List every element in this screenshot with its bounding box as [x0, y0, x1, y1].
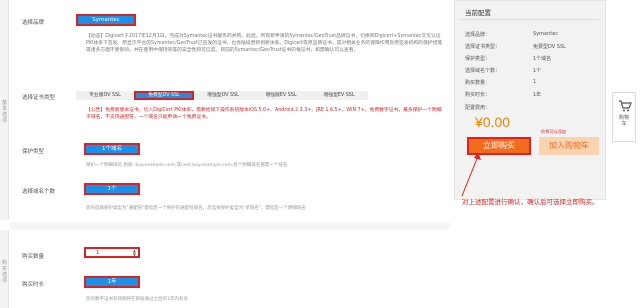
sidebar-row-value: Symantec — [533, 31, 559, 37]
brand-note: 【动态】Digicert于2017年12月1日，完成对Symantec证书服务的… — [86, 34, 443, 53]
sidebar-row-key: 选择品牌： — [465, 32, 491, 38]
duration-option[interactable]: 1年 — [84, 276, 140, 288]
price-value: ¥0.00 — [475, 114, 511, 130]
brand-symantec-option[interactable]: Symantec — [76, 14, 136, 26]
brand-label: 选择品牌 — [22, 20, 45, 26]
annotation-text: 对上述配置进行确认，确认后可选择立即购买。 — [462, 198, 599, 206]
left-tab-purchase: 购买选项 — [0, 230, 9, 308]
tab-ov-enhanced[interactable]: 增强型OV SSL — [194, 91, 252, 100]
quantity-label: 购买数量 — [22, 254, 45, 260]
quantity-value: 1 — [96, 250, 100, 256]
tab-ov-pro[interactable]: 专业版OV SSL — [76, 91, 134, 100]
tab-dv-free[interactable]: 免费型DV SSL — [134, 91, 194, 100]
sidebar-divider — [461, 19, 599, 20]
stepper-arrows-icon[interactable]: ▲ ▼ — [133, 249, 136, 257]
sidebar-row-key: 选择域名个数： — [465, 68, 501, 74]
cart-badge: 你将可以添加 — [541, 129, 567, 134]
sidebar-row-key: 选择证书类型： — [465, 44, 501, 50]
protect-type-option[interactable]: 1个域名 — [84, 143, 140, 155]
duration-hint: 您的数字证书有效期将在审核通过之后的1年内有效 — [86, 297, 188, 302]
config-panel: 选择品牌 Symantec 【动态】Digicert于2017年12月1日，完成… — [10, 0, 448, 308]
sidebar-row-value: 1个域名 — [533, 56, 552, 62]
left-tab-basic-label: 基本选项 — [1, 100, 7, 124]
tab-ev-enhanced-2[interactable]: 增强型EV SSL — [310, 91, 368, 100]
sidebar-row-value: 1个 — [533, 68, 542, 74]
sidebar-row-key: 购买数量： — [465, 80, 491, 86]
sidebar-row-value: 1年 — [533, 92, 542, 98]
annotation-arrow-icon — [461, 152, 481, 197]
floating-cart[interactable]: 购物车 — [612, 92, 636, 142]
floating-cart-label: 购物车 — [618, 115, 629, 127]
cert-type-label: 选择证书类型 — [22, 95, 56, 101]
fee-label: 配置费用： — [465, 105, 491, 111]
add-to-cart-button[interactable]: 加入购物车 — [539, 137, 599, 155]
domain-count-hint: 您的选择保护类型为"通配符"需指定一个保护的通配符域名，您选择保护类型为"单域名… — [86, 206, 306, 211]
quantity-stepper[interactable]: 1 ▲ ▼ — [84, 247, 140, 258]
left-tab-basic: 基本选项 — [0, 0, 9, 220]
cart-icon — [619, 100, 632, 112]
page: 基本选项 购买选项 选择品牌 Symantec 【动态】Digicert于201… — [0, 0, 640, 308]
domain-count-label: 选择域名个数 — [22, 189, 56, 195]
protect-type-label: 保护类型 — [22, 149, 45, 155]
cert-type-warning: 【公告】免费新版本证书，切入DigiCert PKI体系，需要给如下操作系统版本… — [86, 108, 442, 120]
section-divider — [10, 222, 450, 230]
sidebar-row-value: 免费型DV SSL — [533, 44, 566, 50]
duration-label: 购买时长 — [22, 282, 45, 288]
left-tab-purchase-label: 购买选项 — [1, 260, 7, 284]
protect-type-hint: 保护一个明细域名,例如: buy.example.com,或next.buy.e… — [86, 163, 288, 168]
sidebar-row-key: 购买时长： — [465, 92, 491, 98]
sidebar-row-key: 保护类型： — [465, 56, 491, 62]
sidebar-row-value: 1 — [533, 79, 537, 85]
domain-count-option[interactable]: 1个 — [84, 183, 140, 195]
sidebar-title: 当前配置 — [465, 9, 491, 17]
tab-ev-enhanced[interactable]: 增强版EV SSL — [252, 91, 310, 100]
